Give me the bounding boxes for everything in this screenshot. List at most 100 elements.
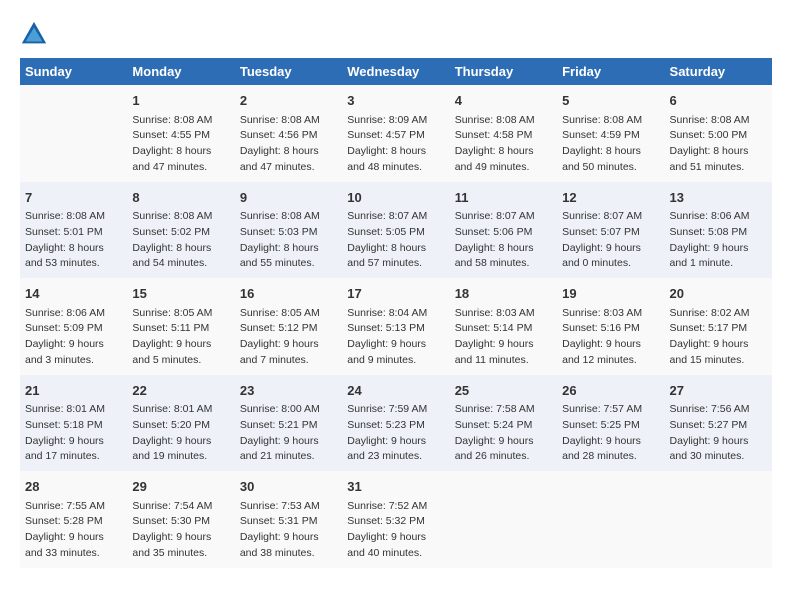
column-header-saturday: Saturday	[665, 58, 772, 85]
day-number: 21	[25, 381, 122, 401]
day-info: Sunrise: 8:07 AMSunset: 5:07 PMDaylight:…	[562, 209, 659, 272]
day-info: Sunrise: 7:57 AMSunset: 5:25 PMDaylight:…	[562, 402, 659, 465]
day-number: 18	[455, 284, 552, 304]
calendar-cell: 6Sunrise: 8:08 AMSunset: 5:00 PMDaylight…	[665, 85, 772, 182]
column-header-friday: Friday	[557, 58, 664, 85]
day-number: 15	[132, 284, 229, 304]
day-info: Sunrise: 7:59 AMSunset: 5:23 PMDaylight:…	[347, 402, 444, 465]
calendar-cell: 31Sunrise: 7:52 AMSunset: 5:32 PMDayligh…	[342, 471, 449, 568]
column-header-sunday: Sunday	[20, 58, 127, 85]
calendar-cell: 17Sunrise: 8:04 AMSunset: 5:13 PMDayligh…	[342, 278, 449, 375]
day-info: Sunrise: 7:52 AMSunset: 5:32 PMDaylight:…	[347, 499, 444, 562]
calendar-cell: 19Sunrise: 8:03 AMSunset: 5:16 PMDayligh…	[557, 278, 664, 375]
calendar-cell: 22Sunrise: 8:01 AMSunset: 5:20 PMDayligh…	[127, 375, 234, 472]
calendar-cell: 5Sunrise: 8:08 AMSunset: 4:59 PMDaylight…	[557, 85, 664, 182]
day-number: 4	[455, 91, 552, 111]
logo-icon	[20, 20, 48, 48]
day-number: 8	[132, 188, 229, 208]
calendar-cell: 10Sunrise: 8:07 AMSunset: 5:05 PMDayligh…	[342, 182, 449, 279]
day-number: 3	[347, 91, 444, 111]
day-info: Sunrise: 8:05 AMSunset: 5:11 PMDaylight:…	[132, 306, 229, 369]
header	[20, 20, 772, 48]
day-number: 13	[670, 188, 767, 208]
day-number: 24	[347, 381, 444, 401]
day-number: 6	[670, 91, 767, 111]
calendar-week-row: 1Sunrise: 8:08 AMSunset: 4:55 PMDaylight…	[20, 85, 772, 182]
day-number: 28	[25, 477, 122, 497]
day-number: 7	[25, 188, 122, 208]
day-info: Sunrise: 8:03 AMSunset: 5:16 PMDaylight:…	[562, 306, 659, 369]
day-info: Sunrise: 8:08 AMSunset: 4:58 PMDaylight:…	[455, 113, 552, 176]
calendar-cell	[450, 471, 557, 568]
calendar-cell: 4Sunrise: 8:08 AMSunset: 4:58 PMDaylight…	[450, 85, 557, 182]
day-info: Sunrise: 8:08 AMSunset: 5:00 PMDaylight:…	[670, 113, 767, 176]
day-info: Sunrise: 7:55 AMSunset: 5:28 PMDaylight:…	[25, 499, 122, 562]
day-number: 25	[455, 381, 552, 401]
calendar-cell: 30Sunrise: 7:53 AMSunset: 5:31 PMDayligh…	[235, 471, 342, 568]
calendar-week-row: 7Sunrise: 8:08 AMSunset: 5:01 PMDaylight…	[20, 182, 772, 279]
calendar-cell	[665, 471, 772, 568]
day-number: 19	[562, 284, 659, 304]
day-info: Sunrise: 8:08 AMSunset: 5:01 PMDaylight:…	[25, 209, 122, 272]
day-info: Sunrise: 8:01 AMSunset: 5:18 PMDaylight:…	[25, 402, 122, 465]
calendar-table: SundayMondayTuesdayWednesdayThursdayFrid…	[20, 58, 772, 568]
day-info: Sunrise: 8:06 AMSunset: 5:08 PMDaylight:…	[670, 209, 767, 272]
day-info: Sunrise: 8:08 AMSunset: 4:59 PMDaylight:…	[562, 113, 659, 176]
day-info: Sunrise: 8:03 AMSunset: 5:14 PMDaylight:…	[455, 306, 552, 369]
calendar-week-row: 21Sunrise: 8:01 AMSunset: 5:18 PMDayligh…	[20, 375, 772, 472]
day-info: Sunrise: 7:54 AMSunset: 5:30 PMDaylight:…	[132, 499, 229, 562]
calendar-cell: 9Sunrise: 8:08 AMSunset: 5:03 PMDaylight…	[235, 182, 342, 279]
calendar-week-row: 28Sunrise: 7:55 AMSunset: 5:28 PMDayligh…	[20, 471, 772, 568]
day-number: 12	[562, 188, 659, 208]
calendar-cell: 28Sunrise: 7:55 AMSunset: 5:28 PMDayligh…	[20, 471, 127, 568]
day-info: Sunrise: 8:08 AMSunset: 4:56 PMDaylight:…	[240, 113, 337, 176]
day-number: 29	[132, 477, 229, 497]
calendar-cell: 23Sunrise: 8:00 AMSunset: 5:21 PMDayligh…	[235, 375, 342, 472]
calendar-cell: 27Sunrise: 7:56 AMSunset: 5:27 PMDayligh…	[665, 375, 772, 472]
day-info: Sunrise: 8:08 AMSunset: 5:02 PMDaylight:…	[132, 209, 229, 272]
day-info: Sunrise: 8:02 AMSunset: 5:17 PMDaylight:…	[670, 306, 767, 369]
day-info: Sunrise: 8:07 AMSunset: 5:05 PMDaylight:…	[347, 209, 444, 272]
day-info: Sunrise: 8:01 AMSunset: 5:20 PMDaylight:…	[132, 402, 229, 465]
day-info: Sunrise: 8:04 AMSunset: 5:13 PMDaylight:…	[347, 306, 444, 369]
day-number: 27	[670, 381, 767, 401]
day-number: 16	[240, 284, 337, 304]
day-info: Sunrise: 8:00 AMSunset: 5:21 PMDaylight:…	[240, 402, 337, 465]
calendar-cell: 8Sunrise: 8:08 AMSunset: 5:02 PMDaylight…	[127, 182, 234, 279]
day-info: Sunrise: 8:09 AMSunset: 4:57 PMDaylight:…	[347, 113, 444, 176]
calendar-cell: 20Sunrise: 8:02 AMSunset: 5:17 PMDayligh…	[665, 278, 772, 375]
calendar-cell: 13Sunrise: 8:06 AMSunset: 5:08 PMDayligh…	[665, 182, 772, 279]
calendar-week-row: 14Sunrise: 8:06 AMSunset: 5:09 PMDayligh…	[20, 278, 772, 375]
calendar-cell: 14Sunrise: 8:06 AMSunset: 5:09 PMDayligh…	[20, 278, 127, 375]
calendar-cell: 11Sunrise: 8:07 AMSunset: 5:06 PMDayligh…	[450, 182, 557, 279]
day-number: 14	[25, 284, 122, 304]
calendar-cell: 16Sunrise: 8:05 AMSunset: 5:12 PMDayligh…	[235, 278, 342, 375]
calendar-cell: 7Sunrise: 8:08 AMSunset: 5:01 PMDaylight…	[20, 182, 127, 279]
day-info: Sunrise: 8:07 AMSunset: 5:06 PMDaylight:…	[455, 209, 552, 272]
day-number: 17	[347, 284, 444, 304]
day-info: Sunrise: 8:08 AMSunset: 5:03 PMDaylight:…	[240, 209, 337, 272]
calendar-cell: 21Sunrise: 8:01 AMSunset: 5:18 PMDayligh…	[20, 375, 127, 472]
day-number: 1	[132, 91, 229, 111]
day-info: Sunrise: 7:56 AMSunset: 5:27 PMDaylight:…	[670, 402, 767, 465]
day-number: 22	[132, 381, 229, 401]
day-info: Sunrise: 7:53 AMSunset: 5:31 PMDaylight:…	[240, 499, 337, 562]
day-number: 23	[240, 381, 337, 401]
day-number: 26	[562, 381, 659, 401]
day-info: Sunrise: 7:58 AMSunset: 5:24 PMDaylight:…	[455, 402, 552, 465]
day-number: 11	[455, 188, 552, 208]
calendar-cell	[557, 471, 664, 568]
calendar-cell: 24Sunrise: 7:59 AMSunset: 5:23 PMDayligh…	[342, 375, 449, 472]
column-header-monday: Monday	[127, 58, 234, 85]
day-number: 2	[240, 91, 337, 111]
column-header-wednesday: Wednesday	[342, 58, 449, 85]
calendar-cell	[20, 85, 127, 182]
day-number: 9	[240, 188, 337, 208]
day-number: 31	[347, 477, 444, 497]
day-number: 10	[347, 188, 444, 208]
calendar-cell: 29Sunrise: 7:54 AMSunset: 5:30 PMDayligh…	[127, 471, 234, 568]
column-header-thursday: Thursday	[450, 58, 557, 85]
calendar-cell: 15Sunrise: 8:05 AMSunset: 5:11 PMDayligh…	[127, 278, 234, 375]
day-info: Sunrise: 8:05 AMSunset: 5:12 PMDaylight:…	[240, 306, 337, 369]
day-info: Sunrise: 8:06 AMSunset: 5:09 PMDaylight:…	[25, 306, 122, 369]
